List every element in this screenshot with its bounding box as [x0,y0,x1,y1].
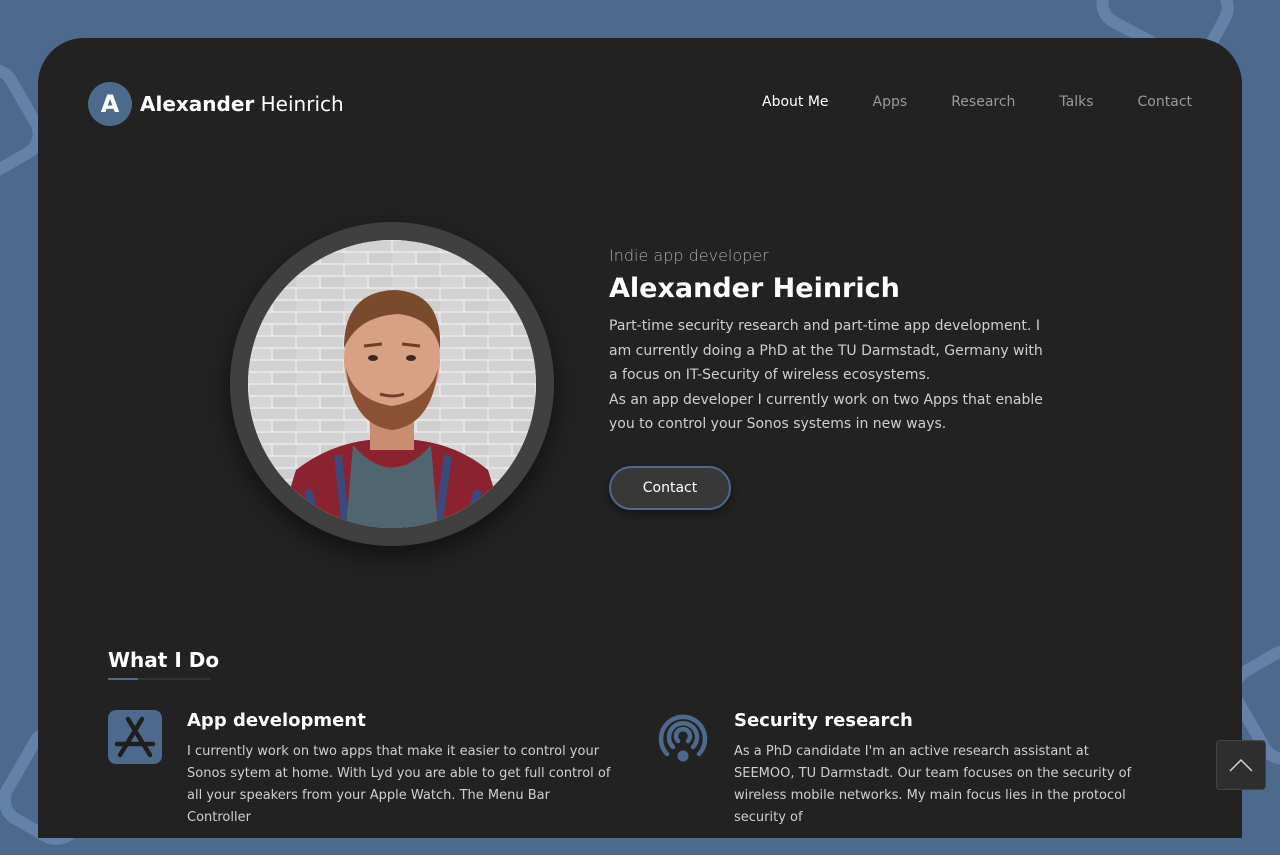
site-name: Alexander Heinrich [140,92,344,116]
hero-text: Indie app developer Alexander Heinrich P… [609,246,1054,437]
chevron-up-icon [1229,758,1253,772]
nav-apps[interactable]: Apps [873,94,908,110]
hero-description: Part-time security research and part-tim… [609,314,1054,437]
hero-description-2: As an app developer I currently work on … [609,391,1043,433]
nav-research[interactable]: Research [951,94,1015,110]
wireless-broadcast-icon [655,710,709,764]
nav-contact[interactable]: Contact [1138,94,1192,110]
scroll-to-top-button[interactable] [1216,740,1266,790]
section-underline-accent [108,678,138,680]
service-description: I currently work on two apps that make i… [187,744,611,825]
service-title: Security research [734,710,913,731]
nav-talks[interactable]: Talks [1059,94,1093,110]
site-name-first: Alexander [140,92,255,116]
section-title: What I Do [108,648,220,672]
logo-badge: A [88,82,132,126]
main-card: A Alexander Heinrich About Me Apps Resea… [38,38,1242,838]
hero-title: Alexander Heinrich [609,273,900,304]
site-logo[interactable]: A Alexander Heinrich [88,82,344,126]
app-store-icon [108,710,162,764]
nav-about-me[interactable]: About Me [762,94,829,110]
service-title: App development [187,710,366,731]
profile-photo-frame [230,222,554,546]
site-name-last: Heinrich [260,92,344,116]
hero-kicker: Indie app developer [609,246,769,265]
contact-button[interactable]: Contact [609,466,731,510]
hero-description-1: Part-time security research and part-tim… [609,318,1043,383]
service-description: As a PhD candidate I'm an active researc… [734,744,1132,825]
main-nav: About Me Apps Research Talks Contact [762,94,1192,110]
profile-photo [248,240,536,528]
